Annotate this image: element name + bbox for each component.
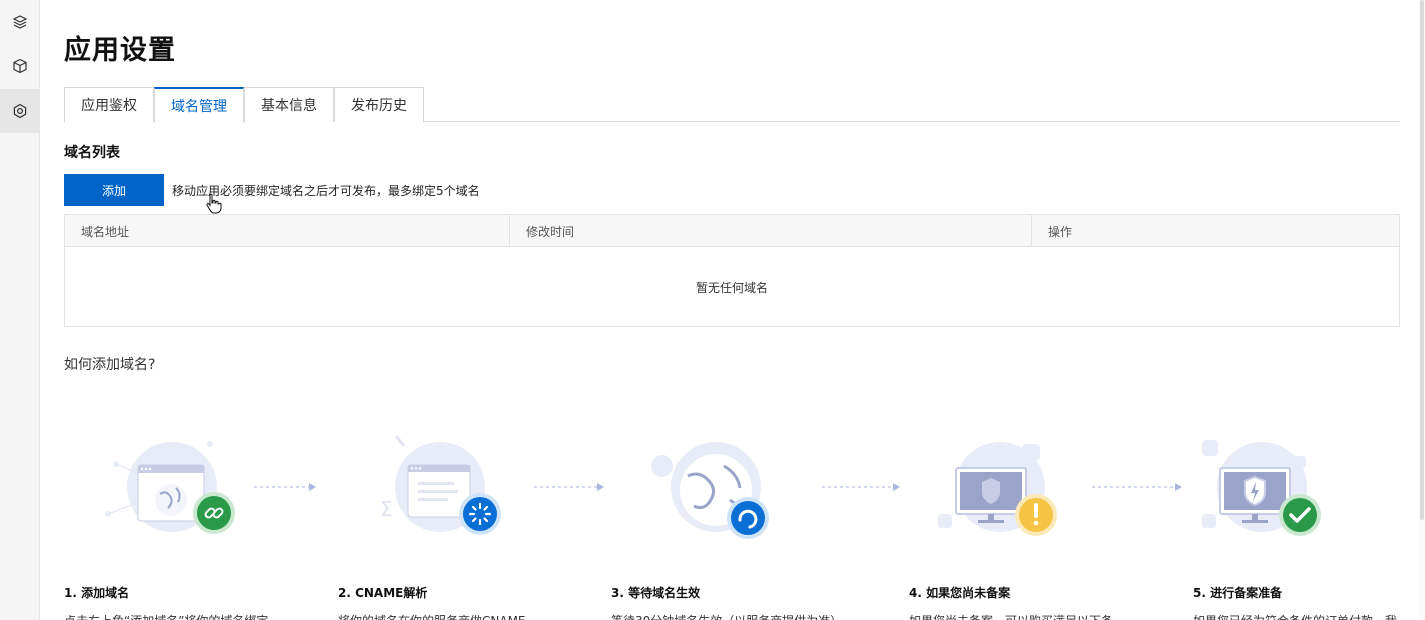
- step-2-title: 2. CNAME解析: [338, 586, 428, 600]
- sidebar-item-layers[interactable]: [0, 0, 40, 44]
- step-5-badge: [1283, 498, 1317, 532]
- domain-list-title: 域名列表: [64, 145, 120, 161]
- step-5-desc: 如果您已经为符合条件的订单付款，我: [1193, 612, 1397, 620]
- step-3-badge: [731, 501, 765, 535]
- step-arrow-3: [822, 483, 900, 491]
- page-title: 应用设置: [64, 35, 176, 66]
- step-4-illustration: [938, 442, 1057, 536]
- column-modified-time: 修改时间: [509, 215, 1031, 247]
- tab-bar: 应用鉴权 域名管理 基本信息 发布历史: [64, 87, 1400, 123]
- tab-domain-management[interactable]: 域名管理: [154, 87, 244, 123]
- sidebar-item-settings[interactable]: [0, 89, 40, 133]
- scrollbar[interactable]: [1419, 0, 1425, 620]
- step-2-desc: 将你的域名在你的服务商做CNAME: [338, 612, 526, 620]
- tab-basic-info[interactable]: 基本信息: [244, 87, 334, 122]
- step-3-desc: 等待30分钟域名生效（以服务商提供为准）: [611, 612, 842, 620]
- settings-icon: [13, 103, 27, 119]
- table-header: 域名地址 修改时间 操作: [65, 215, 1399, 247]
- step-4-desc: 如果您尚未备案，可以购买满足以下条: [909, 612, 1113, 620]
- step-arrow-4: [1092, 483, 1182, 491]
- layers-icon: [12, 15, 28, 29]
- tab-publish-history[interactable]: 发布历史: [334, 87, 424, 122]
- hand-cursor-icon: [206, 193, 222, 214]
- step-1-desc: 点击右上角“添加域名”将你的域名绑定: [64, 612, 268, 620]
- step-arrow-2: [534, 483, 604, 491]
- step-5-title: 5. 进行备案准备: [1193, 586, 1283, 600]
- step-arrow-1: [254, 483, 316, 491]
- sidebar-item-cube[interactable]: [0, 44, 40, 88]
- warning-icon: [1033, 503, 1039, 526]
- empty-state: 暂无任何域名: [695, 280, 768, 295]
- sidebar: [0, 0, 40, 620]
- column-domain-address: 域名地址: [81, 224, 130, 239]
- step-3-title: 3. 等待域名生效: [611, 586, 701, 600]
- step-2-illustration: Σ: [380, 435, 501, 535]
- domain-table: 域名地址 修改时间 操作 暂无任何域名: [64, 214, 1400, 327]
- svg-text:Σ: Σ: [380, 497, 393, 521]
- step-2-badge: [463, 497, 497, 531]
- scrollbar-thumb[interactable]: [1420, 0, 1424, 520]
- step-1-illustration: [105, 441, 235, 534]
- step-3-illustration: [651, 442, 769, 539]
- step-5-illustration: [1202, 440, 1321, 536]
- cube-icon: [13, 58, 27, 74]
- step-1-title: 1. 添加域名: [64, 586, 130, 600]
- step-4-title: 4. 如果您尚未备案: [909, 586, 1011, 600]
- guide-title: 如何添加域名?: [64, 357, 156, 373]
- add-domain-button[interactable]: 添加: [64, 174, 164, 206]
- tab-app-auth[interactable]: 应用鉴权: [64, 87, 154, 122]
- column-actions: 操作: [1031, 215, 1399, 247]
